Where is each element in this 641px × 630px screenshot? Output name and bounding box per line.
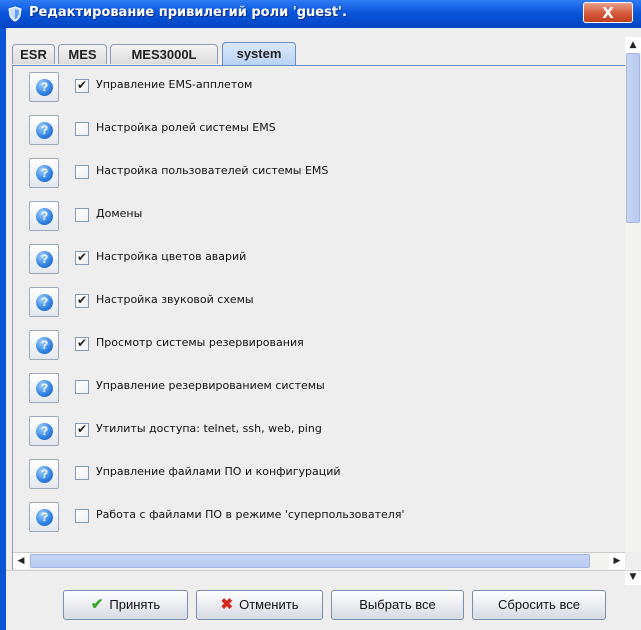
help-button[interactable]: ? [29,201,59,231]
help-button[interactable]: ? [29,72,59,102]
help-button[interactable]: ? [29,502,59,532]
help-icon: ? [36,509,53,526]
privilege-row: ? ✔ Настройка звуковой схемы [13,281,625,323]
window-title: Редактирование привилегий роли 'guest'. [29,5,347,20]
privilege-row: ? Домены [13,195,625,237]
privilege-checkbox[interactable] [75,122,89,136]
cancel-button[interactable]: ✖ Отменить [196,590,323,620]
horizontal-scroll-thumb[interactable] [30,554,590,568]
check-icon: ✔ [90,596,104,613]
checkmark-icon: ✔ [77,293,88,307]
help-icon: ? [36,208,53,225]
privilege-label[interactable]: Управление файлами ПО и конфигураций [96,465,341,478]
accept-button-label: Принять [109,597,161,612]
title-bar[interactable]: Редактирование привилегий роли 'guest'. … [0,0,641,28]
help-icon: ? [36,380,53,397]
privilege-checkbox[interactable] [75,165,89,179]
privilege-row: ? Настройка пользователей системы EMS [13,152,625,194]
help-icon: ? [36,122,53,139]
privilege-label[interactable]: Работа с файлами ПО в режиме 'суперпольз… [96,508,404,521]
button-row-divider [6,570,641,571]
privilege-row: ? Управление файлами ПО и конфигураций [13,453,625,495]
privilege-row: ? ✔ Управление EMS-апплетом [13,66,625,108]
privilege-checkbox[interactable] [75,208,89,222]
privilege-row: ? Настройка ролей системы EMS [13,109,625,151]
tab-mes[interactable]: MES [58,44,107,64]
scroll-left-icon[interactable]: ◀ [13,553,29,569]
privilege-list: ? ✔ Управление EMS-апплетом? Настройка роле… [13,66,625,552]
privilege-label[interactable]: Настройка пользователей системы EMS [96,164,328,177]
vertical-scroll-thumb[interactable] [626,53,640,223]
vertical-scrollbar[interactable]: ▲ ▼ [625,37,641,585]
privilege-label[interactable]: Настройка ролей системы EMS [96,121,276,134]
checkmark-icon: ✔ [77,250,88,264]
horizontal-scrollbar[interactable]: ◀ ▶ [13,552,625,569]
help-button[interactable]: ? [29,459,59,489]
help-button[interactable]: ? [29,330,59,360]
privilege-label[interactable]: Настройка цветов аварий [96,250,246,263]
privilege-label[interactable]: Управление EMS-апплетом [96,78,252,91]
privilege-row: ? ✔ Утилиты доступа: telnet, ssh, web, pin… [13,410,625,452]
checkmark-icon: ✔ [77,336,88,350]
privilege-row: ? ✔ Настройка цветов аварий [13,238,625,280]
reset-all-button[interactable]: Сбросить все [472,590,606,620]
shield-icon [8,6,22,22]
scroll-down-icon[interactable]: ▼ [625,569,641,585]
privilege-checkbox[interactable] [75,466,89,480]
tab-mes3000l[interactable]: MES3000L [110,44,218,64]
help-icon: ? [36,337,53,354]
cross-icon: ✖ [220,596,234,613]
checkmark-icon: ✔ [77,78,88,92]
cancel-button-label: Отменить [239,597,299,612]
privilege-checkbox[interactable]: ✔ [75,250,89,265]
help-icon: ? [36,251,53,268]
checkmark-icon: ✔ [77,422,88,436]
privilege-label[interactable]: Просмотр системы резервирования [96,336,304,349]
help-icon: ? [36,165,53,182]
privilege-checkbox[interactable] [75,509,89,523]
tab-system[interactable]: system [222,42,296,66]
help-button[interactable]: ? [29,115,59,145]
privilege-label[interactable]: Домены [96,207,142,220]
help-icon: ? [36,466,53,483]
privilege-checkbox[interactable]: ✔ [75,78,89,93]
scroll-right-icon[interactable]: ▶ [609,553,625,569]
select-all-button[interactable]: Выбрать все [331,590,464,620]
help-button[interactable]: ? [29,373,59,403]
scroll-up-icon[interactable]: ▲ [625,37,641,53]
help-icon: ? [36,423,53,440]
privilege-row: ? ✔ Просмотр системы резервирования [13,324,625,366]
help-button[interactable]: ? [29,287,59,317]
help-icon: ? [36,79,53,96]
privilege-label[interactable]: Утилиты доступа: telnet, ssh, web, ping [96,422,322,435]
accept-button[interactable]: ✔ Принять [63,590,188,620]
privilege-checkbox[interactable] [75,380,89,394]
help-button[interactable]: ? [29,244,59,274]
privilege-label[interactable]: Управление резервированием системы [96,379,325,392]
close-button[interactable]: X [583,2,633,23]
help-button[interactable]: ? [29,158,59,188]
tab-esr[interactable]: ESR [12,44,55,64]
help-icon: ? [36,294,53,311]
privilege-row: ? Работа с файлами ПО в режиме 'суперполь… [13,496,625,538]
help-button[interactable]: ? [29,416,59,446]
privilege-checkbox[interactable]: ✔ [75,422,89,437]
privilege-row: ? Управление резервированием системы [13,367,625,409]
privilege-checkbox[interactable]: ✔ [75,293,89,308]
privilege-checkbox[interactable]: ✔ [75,336,89,351]
dialog-window: Редактирование привилегий роли 'guest'. … [0,0,641,630]
privilege-label[interactable]: Настройка звуковой схемы [96,293,254,306]
